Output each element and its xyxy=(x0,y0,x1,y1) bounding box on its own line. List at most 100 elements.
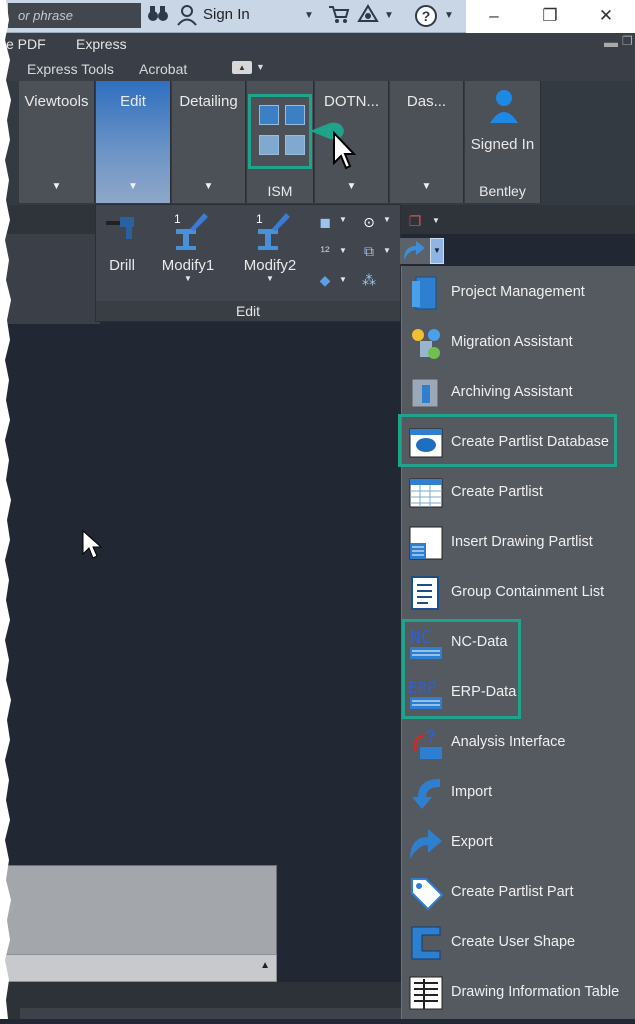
tab-das[interactable]: Das... ▼ xyxy=(390,81,464,203)
modify2-button[interactable]: 1 Modify2 ▼ xyxy=(238,211,302,283)
menu-item-project-management[interactable]: Project Management xyxy=(402,267,635,317)
connect-icon[interactable]: ⁂ xyxy=(356,269,382,291)
panel-strip xyxy=(0,234,100,324)
help-icon[interactable]: ? xyxy=(413,4,439,28)
chevron-down-icon[interactable]: ▼ xyxy=(383,4,395,28)
number-icon[interactable]: ¹² xyxy=(312,240,338,262)
menu-item-import[interactable]: Import xyxy=(402,767,635,817)
chevron-down-icon[interactable]: ▼ xyxy=(256,62,265,72)
status-bar-controls[interactable] xyxy=(20,1008,401,1019)
ism-export-icon[interactable] xyxy=(285,105,305,125)
ism-sync-icon[interactable] xyxy=(259,135,279,155)
mouse-cursor-icon xyxy=(82,529,103,565)
export-small-icon xyxy=(400,238,430,264)
chevron-down-icon[interactable]: ▼ xyxy=(383,246,391,255)
export-dropdown-button[interactable]: ▼ xyxy=(400,238,444,264)
chevron-down-icon: ▼ xyxy=(203,181,214,192)
ism-import-icon[interactable] xyxy=(259,105,279,125)
modify1-label: Modify1 xyxy=(161,257,215,274)
menu-item-label: Group Containment List xyxy=(451,584,605,600)
chevron-down-icon[interactable]: ▼ xyxy=(339,275,347,284)
highlight-box-nc-erp xyxy=(402,619,521,719)
chevron-down-icon[interactable]: ▼ xyxy=(302,4,316,28)
modify1-button[interactable]: 1 Modify1 ▼ xyxy=(156,211,220,283)
minimize-button[interactable]: – xyxy=(466,0,522,33)
torn-edge-decoration xyxy=(0,0,14,1019)
modify2-label: Modify2 xyxy=(243,257,297,274)
binoculars-icon[interactable] xyxy=(146,4,170,28)
menu-item-label: Import xyxy=(451,784,493,800)
tab-label: Detailing xyxy=(179,93,238,110)
copy-icon[interactable]: ❐ xyxy=(402,210,428,232)
tab-label: Das... xyxy=(406,93,447,110)
svg-text:?: ? xyxy=(426,728,436,745)
user-avatar-icon xyxy=(489,89,519,127)
user-icon[interactable] xyxy=(175,4,199,28)
tab-viewtools[interactable]: Viewtools ▼ xyxy=(19,81,95,203)
menu-item-analysis-interface[interactable]: ? Analysis Interface xyxy=(402,717,635,767)
menu-item-migration-assistant[interactable]: Migration Assistant xyxy=(402,317,635,367)
exchange-icon[interactable] xyxy=(355,4,381,28)
chevron-down-icon: ▼ xyxy=(128,181,138,192)
tag-icon xyxy=(408,875,444,911)
chevron-down-icon: ▼ xyxy=(421,181,432,192)
blocks-icon[interactable]: ◆ xyxy=(312,269,338,291)
menu-item-create-partlist-part[interactable]: Create Partlist Part xyxy=(402,867,635,917)
menu-item-export[interactable]: Export xyxy=(402,817,635,867)
menu-item-label: Migration Assistant xyxy=(451,334,573,350)
modify2-icon: 1 xyxy=(238,211,302,250)
chevron-down-icon[interactable]: ▼ xyxy=(339,215,347,224)
tab-ism[interactable]: ISM xyxy=(247,81,314,203)
menu-item-label: Create Partlist Part xyxy=(451,884,574,900)
chevron-down-icon: ▼ xyxy=(184,274,192,283)
tab-express-tools[interactable]: Express Tools xyxy=(27,61,114,77)
tab-detailing[interactable]: Detailing ▼ xyxy=(172,81,246,203)
overlap-icon[interactable]: ⧉ xyxy=(356,240,382,262)
close-button[interactable]: ✕ xyxy=(578,0,634,33)
dropdown-menu: Project Management Migration Assistant A… xyxy=(398,266,635,1019)
bentley-group-label: Bentley xyxy=(479,183,526,199)
chevron-down-icon[interactable]: ▼ xyxy=(383,215,391,224)
menu-item-group-containment-list[interactable]: Group Containment List xyxy=(402,567,635,617)
folder-book-icon xyxy=(408,275,444,311)
archive-icon xyxy=(408,375,444,411)
collapse-ribbon-icon[interactable]: ▲ xyxy=(232,61,252,74)
menu-item-create-user-shape[interactable]: Create User Shape xyxy=(402,917,635,967)
info-table-icon xyxy=(408,975,444,1011)
chevron-down-icon[interactable]: ▼ xyxy=(443,4,455,28)
drill-button[interactable]: Drill xyxy=(102,211,142,274)
sign-in-link[interactable]: Sign In xyxy=(203,6,250,23)
tab-edit[interactable]: Edit ▼ xyxy=(96,81,171,203)
menu-item-express[interactable]: Express xyxy=(76,36,127,52)
restore-button[interactable]: ❐ xyxy=(522,0,578,33)
import-arrow-icon xyxy=(408,775,444,811)
tab-label: Edit xyxy=(120,93,146,110)
chevron-down-icon[interactable]: ▼ xyxy=(430,238,444,264)
chevron-down-icon: ▼ xyxy=(51,181,62,192)
menu-item-label: Analysis Interface xyxy=(451,734,566,750)
menu-item-drawing-information-table[interactable]: Drawing Information Table xyxy=(402,967,635,1017)
search-input[interactable]: or phrase xyxy=(8,3,141,28)
tab-acrobat[interactable]: Acrobat xyxy=(139,61,187,77)
chevron-down-icon[interactable]: ▼ xyxy=(432,216,440,225)
tab-label: Viewtools xyxy=(24,93,89,110)
export-arrow-icon xyxy=(408,825,444,861)
menu-item-insert-drawing-partlist[interactable]: Insert Drawing Partlist xyxy=(402,517,635,567)
menu-item-label: Create Partlist xyxy=(451,484,543,500)
tab-label: DOTN... xyxy=(324,93,379,110)
link-icon[interactable]: ⊙ xyxy=(356,211,382,233)
menu-item-create-partlist[interactable]: Create Partlist xyxy=(402,467,635,517)
tab-signed-in[interactable]: Signed In Bentley xyxy=(465,81,541,203)
cart-icon[interactable] xyxy=(326,4,352,28)
svg-text:1: 1 xyxy=(256,212,263,226)
chevron-up-icon[interactable]: ▲ xyxy=(260,960,270,971)
ribbon: Viewtools ▼ Edit ▼ Detailing ▼ ISM DOTN.… xyxy=(0,81,635,205)
grid-icon xyxy=(408,475,444,511)
chevron-down-icon[interactable]: ▼ xyxy=(339,246,347,255)
menu-item-archiving-assistant[interactable]: Archiving Assistant xyxy=(402,367,635,417)
ism-update-icon[interactable] xyxy=(285,135,305,155)
minimize-doc-icon[interactable]: ▬ xyxy=(604,34,618,50)
cube-icon[interactable]: ◼ xyxy=(312,211,338,233)
restore-doc-icon[interactable]: ❐ xyxy=(622,34,633,48)
analysis-icon: ? xyxy=(408,725,444,761)
